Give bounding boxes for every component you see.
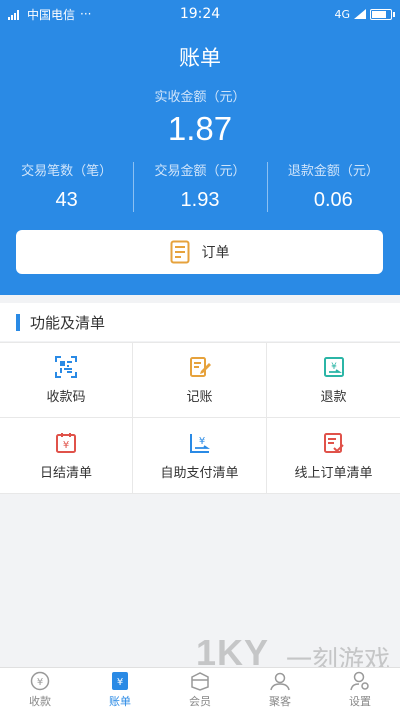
function-label: 收款码 (46, 390, 86, 405)
function-label: 日结清单 (39, 465, 92, 481)
status-bar: 中国电信 ··· 19:24 4G (0, 0, 400, 28)
function-daily-statement[interactable]: ¥ 日结清单 (0, 418, 133, 494)
refund-icon: ¥ (323, 357, 344, 377)
tab-customers[interactable]: 聚客 (240, 668, 320, 711)
cell-signal-icon (354, 9, 366, 19)
tab-collect[interactable]: ¥ 收款 (0, 668, 80, 711)
stat-label: 交易金额（元） (154, 164, 246, 179)
stat-transaction-amount: 交易金额（元） 1.93 (133, 160, 266, 216)
section-accent-bar (16, 313, 20, 331)
function-grid: 收款码 记账 ¥ 退款 ¥ 日结清单 ¥ 自助支付清单 线上订单清单 (0, 342, 400, 494)
function-label: 自助支付清单 (160, 465, 239, 481)
user-settings-icon (350, 671, 369, 690)
summary-header: 账单 实收金额（元） 1.87 交易笔数（笔） 43 交易金额（元） 1.93 … (0, 28, 400, 295)
daily-statement-icon: ¥ (56, 432, 76, 453)
order-document-icon (170, 240, 189, 264)
network-type: 4G (334, 7, 350, 21)
svg-text:¥: ¥ (198, 436, 204, 447)
function-self-pay-list[interactable]: ¥ 自助支付清单 (133, 418, 267, 494)
svg-text:¥: ¥ (63, 440, 69, 451)
function-label: 记账 (186, 390, 213, 405)
tab-label: 收款 (29, 694, 51, 708)
battery-icon (370, 8, 395, 20)
function-online-order-list[interactable]: 线上订单清单 (267, 418, 400, 494)
carrier-name: 中国电信 (27, 7, 76, 22)
stat-transaction-count: 交易笔数（笔） 43 (0, 160, 133, 216)
stat-value: 1.93 (180, 189, 220, 211)
function-label: 线上订单清单 (294, 465, 373, 481)
stat-value: 0.06 (313, 189, 353, 211)
section-title: 功能及清单 (30, 313, 106, 332)
stat-value: 43 (55, 189, 78, 211)
stat-label: 交易笔数（笔） (21, 164, 113, 179)
orders-button[interactable]: 订单 (16, 230, 383, 274)
actual-amount-label: 实收金额（元） (154, 90, 246, 105)
qrcode-icon (55, 356, 77, 378)
bottom-tab-bar: ¥ 收款 ¥ 账单 会员 聚客 设置 (0, 667, 400, 711)
function-refund[interactable]: ¥ 退款 (267, 343, 400, 418)
tab-bill[interactable]: ¥ 账单 (80, 668, 160, 711)
self-pay-icon: ¥ (189, 433, 210, 453)
bill-icon: ¥ (112, 671, 128, 690)
svg-text:¥: ¥ (117, 677, 123, 688)
function-qrcode[interactable]: 收款码 (0, 343, 133, 418)
stats-row: 交易笔数（笔） 43 交易金额（元） 1.93 退款金额（元） 0.06 (0, 160, 400, 216)
orders-button-label: 订单 (201, 245, 230, 261)
bookkeeping-icon (189, 357, 211, 377)
page-title: 账单 (179, 46, 221, 70)
actual-amount-value: 1.87 (167, 110, 233, 147)
tab-label: 聚客 (269, 694, 291, 708)
online-order-icon (323, 432, 344, 453)
tab-label: 设置 (349, 694, 371, 708)
member-card-icon (191, 671, 209, 691)
tab-member[interactable]: 会员 (160, 668, 240, 711)
yen-circle-icon: ¥ (30, 671, 50, 690)
customers-icon (270, 672, 290, 690)
tab-settings[interactable]: 设置 (320, 668, 400, 711)
function-label: 退款 (320, 390, 347, 405)
stat-label: 退款金额（元） (287, 164, 379, 179)
tab-label: 账单 (109, 694, 131, 708)
tab-label: 会员 (189, 694, 211, 708)
svg-text:¥: ¥ (37, 677, 43, 688)
status-dots: ··· (80, 7, 92, 21)
signal-icon (8, 9, 19, 20)
stat-refund-amount: 退款金额（元） 0.06 (266, 160, 400, 216)
function-bookkeeping[interactable]: 记账 (133, 343, 267, 418)
section-header: 功能及清单 (0, 303, 400, 341)
